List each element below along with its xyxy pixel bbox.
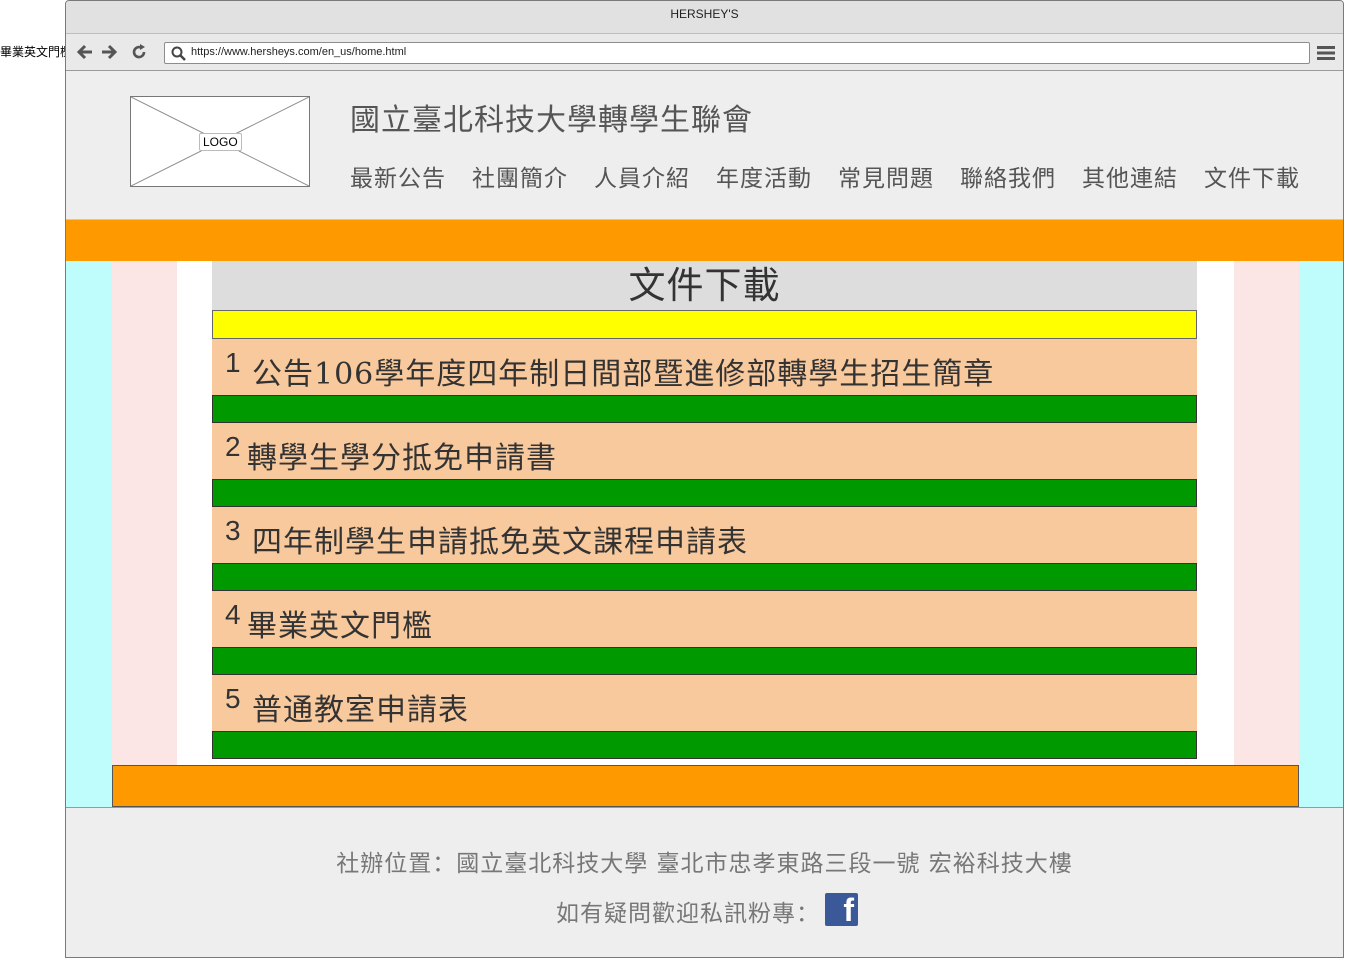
nav-item-news[interactable]: 最新公告 [350,159,446,193]
outside-label: 畢業英文門檻 [0,45,73,59]
orange-banner [66,220,1343,262]
green-divider [212,395,1197,423]
document-item[interactable]: 5 普通教室申請表 [212,675,1197,731]
document-title[interactable]: 畢業英文門檻 [247,601,433,645]
window-title: HERSHEY'S [66,1,1343,34]
document-item[interactable]: 1 公告106學年度四年制日間部暨進修部轉學生招生簡章 [212,339,1197,395]
nav-item-links[interactable]: 其他連結 [1082,159,1178,193]
green-divider [212,479,1197,507]
document-item[interactable]: 3 四年制學生申請抵免英文課程申請表 [212,507,1197,563]
site-title: 國立臺北科技大學轉學生聯會 [350,103,753,138]
nav-item-events[interactable]: 年度活動 [716,159,812,193]
logo-label: LOGO [199,133,242,151]
content-area: 文件下載 1 公告106學年度四年制日間部暨進修部轉學生招生簡章 2 轉學生學分… [66,261,1343,807]
document-item[interactable]: 4 畢業英文門檻 [212,591,1197,647]
office-location: 社辦位置：國立臺北科技大學 臺北市忠孝東路三段一號 宏裕科技大樓 [336,851,1073,877]
url-text: https://www.hersheys.com/en_us/home.html [191,46,407,58]
document-number: 1 [225,347,241,378]
document-item[interactable]: 2 轉學生學分抵免申請書 [212,423,1197,479]
yellow-divider [212,310,1197,339]
back-arrow-icon[interactable] [76,43,94,61]
document-number: 2 [225,431,241,462]
green-divider [212,647,1197,675]
browser-window: HERSHEY'S https://www.hersheys.com/en_us… [65,0,1344,958]
address-bar[interactable]: https://www.hersheys.com/en_us/home.html [164,42,1310,64]
document-number: 4 [225,599,241,630]
document-number: 5 [225,683,241,714]
nav-item-contact[interactable]: 聯絡我們 [960,159,1056,193]
contact-text: 如有疑問歡迎私訊粉專： [556,901,820,927]
document-title[interactable]: 公告106學年度四年制日間部暨進修部轉學生招生簡章 [252,349,994,393]
document-title[interactable]: 四年制學生申請抵免英文課程申請表 [252,517,748,561]
reload-icon[interactable] [130,43,148,61]
document-title[interactable]: 普通教室申請表 [252,685,469,729]
search-icon [171,46,187,66]
bottom-orange-bar [112,765,1299,807]
nav-item-faq[interactable]: 常見問題 [838,159,934,193]
facebook-icon[interactable]: f [825,892,858,928]
nav-item-members[interactable]: 人員介紹 [594,159,690,193]
site-footer: 社辦位置：國立臺北科技大學 臺北市忠孝東路三段一號 宏裕科技大樓 如有疑問歡迎私… [66,807,1343,957]
hamburger-menu-icon[interactable] [1317,45,1335,64]
browser-toolbar: https://www.hersheys.com/en_us/home.html [66,34,1343,71]
green-divider [212,563,1197,591]
document-list: 文件下載 1 公告106學年度四年制日間部暨進修部轉學生招生簡章 2 轉學生學分… [212,261,1197,759]
nav-item-downloads[interactable]: 文件下載 [1204,159,1300,193]
page-title: 文件下載 [212,261,1197,310]
forward-arrow-icon[interactable] [100,43,118,61]
site-header: LOGO 國立臺北科技大學轉學生聯會 最新公告 社團簡介 人員介紹 年度活動 常… [66,71,1343,220]
document-title[interactable]: 轉學生學分抵免申請書 [247,433,557,477]
document-number: 3 [225,515,241,546]
nav-item-about[interactable]: 社團簡介 [472,159,568,193]
main-nav: 最新公告 社團簡介 人員介紹 年度活動 常見問題 聯絡我們 其他連結 文件下載 [350,159,1300,193]
green-divider [212,731,1197,759]
logo-placeholder[interactable]: LOGO [130,96,310,187]
